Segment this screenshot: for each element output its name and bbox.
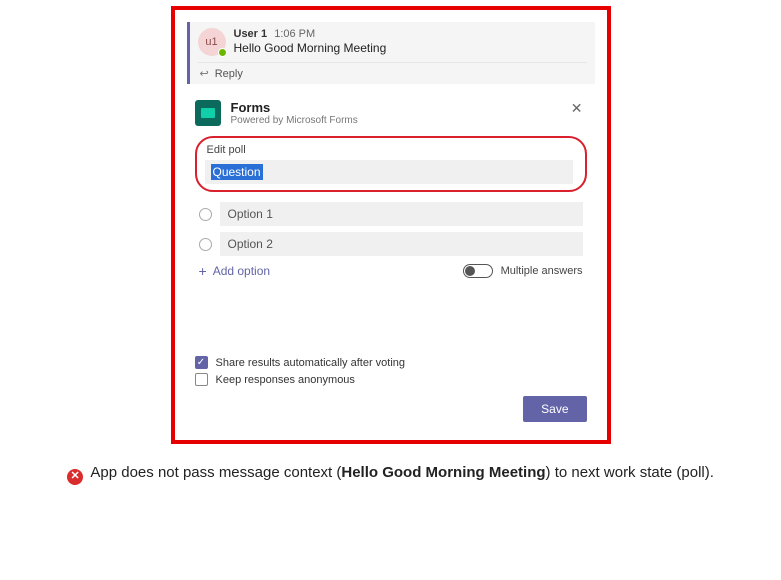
forms-subtitle: Powered by Microsoft Forms bbox=[231, 115, 557, 126]
question-value: Question bbox=[211, 164, 263, 180]
message-time: 1:06 PM bbox=[274, 28, 315, 40]
radio-icon[interactable] bbox=[199, 238, 212, 251]
toggle-knob bbox=[465, 266, 475, 276]
reply-label: Reply bbox=[215, 68, 243, 80]
keep-anonymous-checkbox[interactable] bbox=[195, 373, 208, 386]
message-header: User 1 1:06 PM bbox=[234, 28, 587, 40]
option-row-2: Option 2 bbox=[199, 232, 583, 256]
caption-suffix: ) to next work state (poll). bbox=[546, 464, 714, 481]
multiple-answers-toggle[interactable] bbox=[463, 264, 493, 278]
save-row: Save bbox=[195, 396, 587, 422]
avatar-initials: u1 bbox=[205, 36, 217, 48]
option-input-2[interactable]: Option 2 bbox=[220, 232, 583, 256]
edit-poll-label: Edit poll bbox=[207, 144, 575, 156]
message-top: u1 User 1 1:06 PM Hello Good Morning Mee… bbox=[198, 28, 587, 56]
caption-prefix: App does not pass message context ( bbox=[90, 464, 341, 481]
options-area: Option 1 Option 2 + Add option M bbox=[195, 202, 587, 278]
forms-app-icon bbox=[195, 100, 221, 126]
reply-icon: ↩ bbox=[200, 67, 209, 80]
option-input-1[interactable]: Option 1 bbox=[220, 202, 583, 226]
reply-bar[interactable]: ↩ Reply bbox=[198, 62, 587, 84]
radio-icon[interactable] bbox=[199, 208, 212, 221]
plus-icon: + bbox=[199, 264, 207, 278]
caption-bold: Hello Good Morning Meeting bbox=[341, 464, 545, 481]
forms-dialog: Forms Powered by Microsoft Forms ✕ Edit … bbox=[181, 98, 601, 430]
multiple-answers-control: Multiple answers bbox=[463, 264, 583, 278]
share-results-label: Share results automatically after voting bbox=[216, 357, 406, 369]
user-name: User 1 bbox=[234, 28, 268, 40]
multiple-answers-label: Multiple answers bbox=[501, 265, 583, 277]
spacer bbox=[195, 282, 587, 352]
keep-anonymous-label: Keep responses anonymous bbox=[216, 374, 355, 386]
screenshot-frame: u1 User 1 1:06 PM Hello Good Morning Mee… bbox=[171, 6, 611, 444]
caption: ✕ App does not pass message context (Hel… bbox=[47, 462, 734, 485]
page-root: u1 User 1 1:06 PM Hello Good Morning Mee… bbox=[0, 0, 781, 485]
error-icon: ✕ bbox=[67, 469, 83, 485]
add-option-button[interactable]: + Add option bbox=[199, 264, 271, 278]
share-results-checkbox[interactable]: ✓ bbox=[195, 356, 208, 369]
question-input[interactable]: Question bbox=[205, 160, 573, 184]
avatar[interactable]: u1 bbox=[198, 28, 226, 56]
forms-app-name: Forms bbox=[231, 100, 557, 115]
chat-message: u1 User 1 1:06 PM Hello Good Morning Mee… bbox=[187, 22, 595, 84]
forms-header: Forms Powered by Microsoft Forms ✕ bbox=[195, 100, 587, 126]
share-results-row: ✓ Share results automatically after voti… bbox=[195, 356, 587, 369]
keep-anonymous-row: Keep responses anonymous bbox=[195, 373, 587, 386]
forms-title-block: Forms Powered by Microsoft Forms bbox=[231, 100, 557, 126]
add-option-label: Add option bbox=[213, 264, 270, 278]
presence-indicator bbox=[218, 48, 227, 57]
option-row-1: Option 1 bbox=[199, 202, 583, 226]
message-text: Hello Good Morning Meeting bbox=[234, 41, 587, 55]
forms-icon-inner bbox=[201, 108, 215, 118]
close-icon[interactable]: ✕ bbox=[567, 100, 587, 117]
option-controls: + Add option Multiple answers bbox=[199, 264, 583, 278]
edit-poll-section: Edit poll Question bbox=[195, 136, 587, 192]
message-body: User 1 1:06 PM Hello Good Morning Meetin… bbox=[234, 28, 587, 55]
save-button[interactable]: Save bbox=[523, 396, 586, 422]
